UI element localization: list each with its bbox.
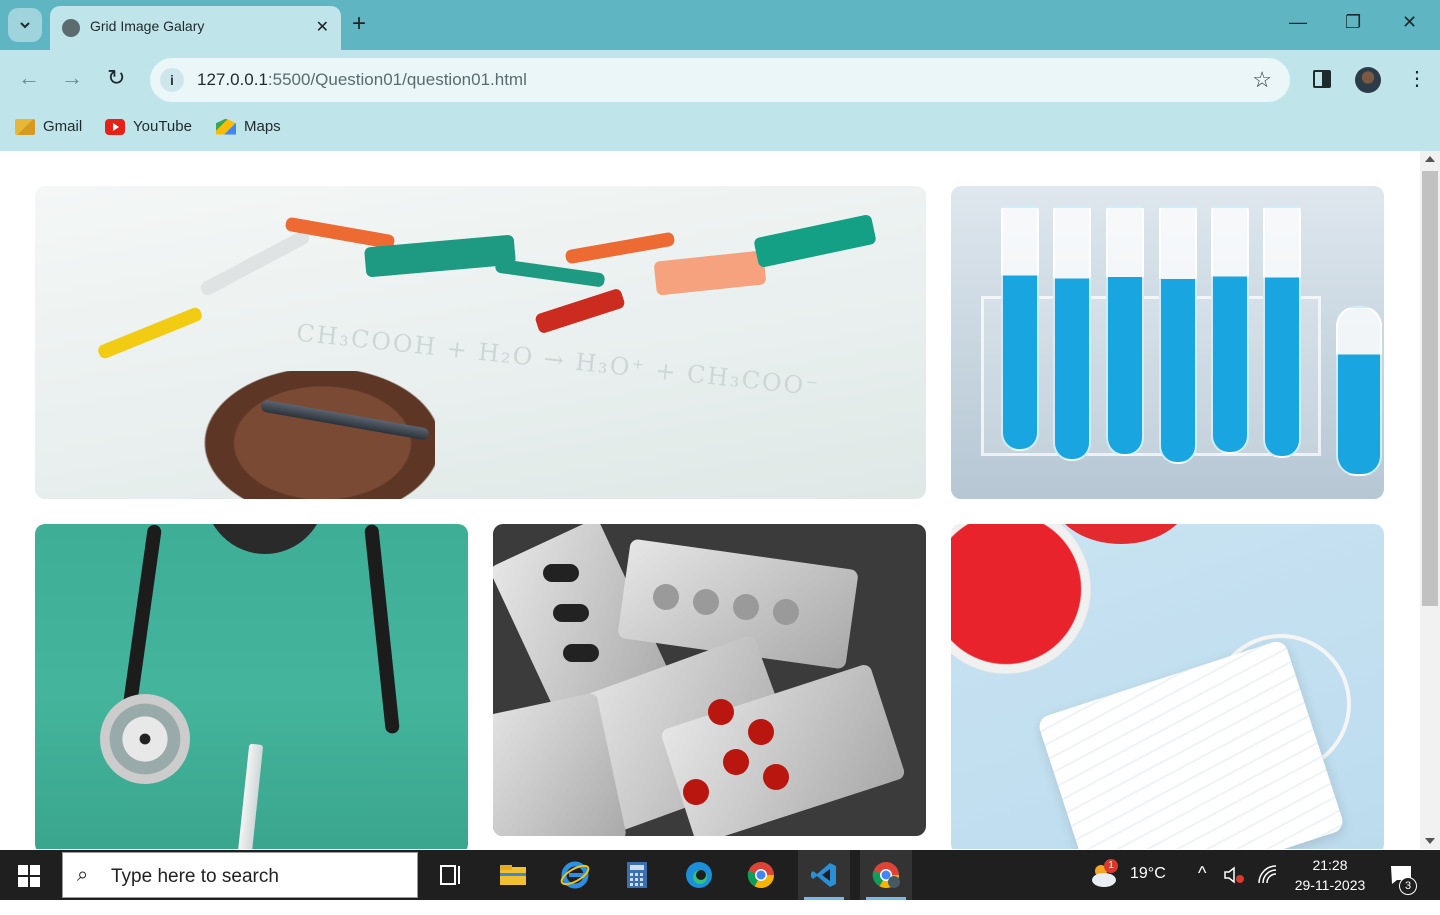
stethoscope-tube — [364, 524, 400, 735]
bookmark-gmail[interactable]: Gmail — [15, 118, 82, 135]
clock-time: 21:28 — [1312, 857, 1348, 873]
back-button[interactable]: ← — [18, 66, 40, 90]
edge-icon[interactable] — [684, 860, 714, 890]
minimize-button[interactable]: — — [1289, 12, 1307, 33]
weather-badge: 1 — [1104, 859, 1118, 873]
notification-count: 3 — [1399, 877, 1417, 895]
restore-button[interactable]: ❐ — [1345, 12, 1361, 33]
side-panel-icon[interactable] — [1313, 70, 1331, 88]
profile-avatar[interactable] — [1355, 67, 1381, 93]
file-explorer-icon[interactable] — [498, 860, 528, 890]
search-placeholder: Type here to search — [111, 866, 279, 887]
globe-icon — [62, 19, 80, 37]
browser-toolbar: ← → ↻ i 127.0.0.1:5500/Question01/questi… — [0, 50, 1440, 108]
url-path: :5500/Question01/question01.html — [267, 70, 527, 89]
search-icon: ⌕ — [77, 864, 89, 886]
test-tube — [1053, 206, 1091, 461]
tab-title: Grid Image Galary — [90, 18, 205, 34]
internet-explorer-icon[interactable] — [560, 860, 590, 890]
page-viewport: CH₃COOH + H₂O → H₃O⁺ + CH₃COO⁻ — [0, 151, 1420, 849]
bookmark-label: Gmail — [43, 118, 83, 135]
petri-dish — [951, 524, 1091, 674]
syringe — [236, 743, 264, 849]
tab-close-icon[interactable]: ✕ — [316, 17, 329, 37]
bookmark-star-icon[interactable]: ☆ — [1252, 67, 1272, 93]
molecule-ring-teal-2 — [753, 213, 877, 269]
network-icon[interactable] — [1256, 863, 1280, 887]
scrubs-neckline — [205, 524, 325, 554]
red-pill — [763, 764, 789, 790]
test-tube — [1106, 206, 1144, 456]
weather-temperature[interactable]: 19°C — [1130, 865, 1166, 915]
gallery-image-molecule: CH₃COOH + H₂O → H₃O⁺ + CH₃COO⁻ — [35, 186, 926, 499]
taskbar: ⌕ Type here to search 1 19°C ^ 21:28 29-… — [0, 850, 1440, 900]
red-pill — [748, 719, 774, 745]
page-scrollbar[interactable] — [1420, 151, 1440, 849]
test-tube — [1211, 206, 1249, 454]
bookmark-youtube[interactable]: YouTube — [105, 118, 192, 135]
windows-start-icon[interactable] — [18, 865, 40, 887]
gallery-image-pills — [493, 524, 926, 836]
active-tab[interactable]: Grid Image Galary ✕ — [50, 6, 341, 50]
chrome-profile-icon[interactable] — [871, 860, 901, 890]
gallery-image-test-tubes — [951, 186, 1384, 499]
capsule — [543, 564, 579, 582]
reload-button[interactable]: ↻ — [107, 66, 125, 90]
site-info-icon[interactable]: i — [160, 68, 184, 92]
chrome-icon[interactable] — [746, 860, 776, 890]
molecule-bond-red — [534, 287, 626, 335]
red-pill — [683, 779, 709, 805]
red-pill — [723, 749, 749, 775]
calculator-icon[interactable] — [622, 860, 652, 890]
browser-menu-icon[interactable]: ⋮ — [1407, 66, 1427, 92]
molecule-bond-orange-2 — [564, 231, 676, 265]
test-tube — [1263, 206, 1301, 458]
capsule — [563, 644, 599, 662]
red-pill — [708, 699, 734, 725]
bookmark-maps[interactable]: Maps — [216, 118, 281, 135]
molecule-ring-peach — [653, 250, 767, 296]
grey-pill — [653, 584, 679, 610]
flask — [1336, 306, 1382, 476]
volume-muted-icon[interactable] — [1222, 863, 1246, 887]
vscode-icon[interactable] — [809, 860, 839, 890]
task-view-icon[interactable] — [437, 860, 467, 890]
gmail-icon — [15, 118, 35, 135]
test-tube — [1159, 206, 1197, 464]
tab-search-button[interactable] — [8, 8, 42, 42]
stethoscope-tube — [121, 524, 163, 715]
gallery-image-doctor — [35, 524, 468, 849]
bookmarks-bar: Gmail YouTube Maps — [0, 108, 1440, 151]
window-close-button[interactable]: ✕ — [1402, 12, 1417, 33]
forward-button[interactable]: → — [61, 66, 83, 90]
new-tab-button[interactable]: + — [352, 10, 366, 38]
url-text[interactable]: 127.0.0.1:5500/Question01/question01.htm… — [197, 70, 527, 90]
capsule — [553, 604, 589, 622]
molecule-bond-yellow — [96, 305, 204, 361]
system-clock[interactable]: 21:28 29-11-2023 — [1290, 855, 1370, 895]
address-bar[interactable]: i 127.0.0.1:5500/Question01/question01.h… — [150, 58, 1290, 102]
grey-pill — [733, 594, 759, 620]
scrollbar-thumb[interactable] — [1422, 171, 1438, 606]
youtube-icon — [105, 118, 125, 135]
scroll-up-icon[interactable] — [1425, 156, 1435, 162]
taskbar-search-input[interactable]: ⌕ Type here to search — [62, 852, 418, 898]
clock-date: 29-11-2023 — [1294, 877, 1366, 893]
molecule-bond-white — [198, 228, 312, 298]
grey-pill — [773, 599, 799, 625]
scroll-down-icon[interactable] — [1425, 838, 1435, 844]
bookmark-label: Maps — [244, 118, 281, 135]
grey-pill — [693, 589, 719, 615]
tab-strip: Grid Image Galary ✕ + — ❐ ✕ — [0, 0, 1440, 50]
url-host: 127.0.0.1 — [197, 70, 268, 89]
test-tube — [1001, 206, 1039, 451]
stethoscope-chestpiece — [100, 694, 190, 784]
gallery-image-petri-mask — [951, 524, 1384, 849]
maps-icon — [216, 118, 236, 135]
tray-chevron-icon[interactable]: ^ — [1198, 863, 1206, 913]
chevron-down-icon — [20, 22, 30, 29]
bookmark-label: YouTube — [133, 118, 192, 135]
molecule-bond-teal — [494, 258, 606, 288]
